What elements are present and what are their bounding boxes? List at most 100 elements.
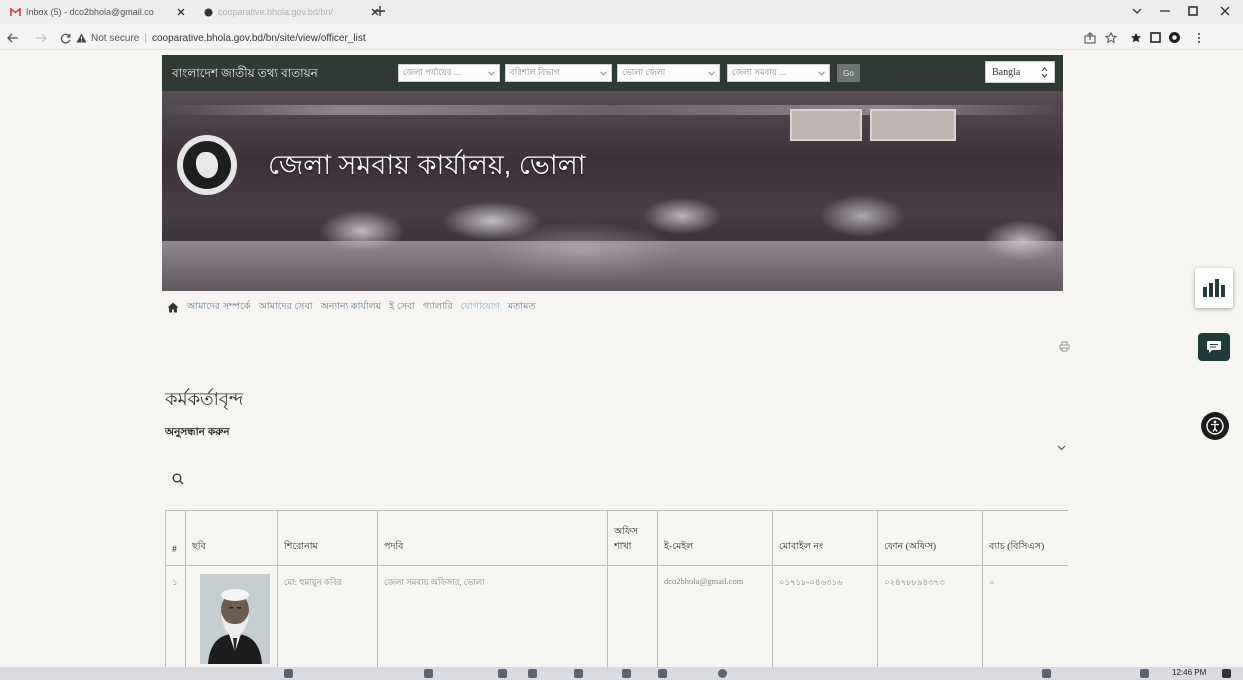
officer-photo[interactable] xyxy=(200,574,270,664)
chat-bubble-icon xyxy=(1206,340,1222,354)
cell-mobile: ০১৭১৮-০৪৬৩১৬ xyxy=(772,565,878,667)
menu-item-feedback[interactable]: মতামত xyxy=(508,300,536,315)
select-value: ভোলা জেলা xyxy=(622,67,666,77)
chevron-down-icon[interactable] xyxy=(1055,442,1067,454)
banner-title: জেলা সমবায় কার্যালয়, ভোলা xyxy=(268,150,586,180)
cell-office-phone: ০২৪৭৮৮৯৪৩৭৩ xyxy=(877,565,983,667)
district-select[interactable]: ভোলা জেলা xyxy=(617,64,720,82)
level-select[interactable]: জেলা পর্যায়ের ... xyxy=(398,64,500,82)
notification-icon[interactable] xyxy=(1222,669,1231,678)
taskbar-app-icon[interactable] xyxy=(528,669,537,678)
column-header-office-phone[interactable]: ফোন (অফিস) xyxy=(877,510,983,566)
menu-item-about[interactable]: আমাদের সম্পর্কে xyxy=(187,300,251,315)
taskbar-app-icon[interactable] xyxy=(498,669,507,678)
column-header-serial[interactable]: # xyxy=(165,510,186,566)
language-value: Bangla xyxy=(992,66,1021,78)
print-icon[interactable] xyxy=(1058,340,1070,352)
taskbar-app-icon[interactable] xyxy=(622,669,631,678)
portal-top-bar: বাংলাদেশ জাতীয় তথ্য বাতায়ন জেলা পর্যায… xyxy=(162,55,1063,91)
logo-inner xyxy=(183,141,231,189)
accessibility-widget-button[interactable] xyxy=(1201,412,1229,440)
search-section-heading[interactable]: অনুসন্ধান করুন xyxy=(165,425,230,442)
gmail-icon xyxy=(10,7,21,17)
search-icon[interactable] xyxy=(171,472,184,485)
column-header-office-branch[interactable]: অফিস শাখা xyxy=(607,510,658,566)
banner-photo-portrait-frame xyxy=(870,109,956,141)
cell-batch: ০ xyxy=(982,565,1068,667)
site-favicon xyxy=(204,8,213,17)
maximize-icon[interactable] xyxy=(1186,4,1200,18)
close-tab-icon[interactable] xyxy=(176,7,186,17)
language-select[interactable]: Bangla xyxy=(985,61,1055,83)
os-taskbar: 12:46 PM xyxy=(0,667,1243,680)
forward-arrow-icon[interactable] xyxy=(34,31,48,45)
cell-email[interactable]: dco2bhola@gmail.com xyxy=(657,565,773,667)
taskbar-app-icon[interactable] xyxy=(658,669,667,678)
chat-widget-button[interactable] xyxy=(1198,333,1230,361)
tab-gmail-inbox[interactable]: Inbox (5) - dco2bhola@gmail.co xyxy=(4,3,192,21)
cell-serial: ১ xyxy=(165,565,186,667)
statistics-widget-button[interactable] xyxy=(1195,268,1233,308)
new-tab-plus-icon[interactable] xyxy=(374,5,386,17)
tab-cooperative-site[interactable]: cooparative.bhola.gov.bd/bn/ xyxy=(198,3,386,21)
banner-photo-portrait-frame xyxy=(790,109,862,141)
chevron-down-icon xyxy=(707,69,715,77)
column-header-mobile[interactable]: মোবাইল নং xyxy=(772,510,878,566)
accessibility-icon xyxy=(1206,417,1224,435)
menu-item-services[interactable]: আমাদের সেবা xyxy=(259,300,313,315)
pin-icon[interactable] xyxy=(1129,31,1142,44)
select-value: জেলা সমবায় ... xyxy=(732,67,787,77)
main-menu: আমাদের সম্পর্কে আমাদের সেবা অন্যান্য কার… xyxy=(167,300,543,314)
select-value: বরিশাল বিভাগ xyxy=(510,67,560,77)
browser-toolbar: Not secure | cooparative.bhola.gov.bd/bn… xyxy=(0,26,1243,50)
taskbar-app-icon[interactable] xyxy=(284,669,293,678)
sidebar-icon[interactable] xyxy=(1149,31,1162,44)
close-window-icon[interactable] xyxy=(1218,4,1232,18)
minimize-icon[interactable] xyxy=(1158,4,1172,18)
extension-icon[interactable] xyxy=(1168,31,1181,44)
home-icon[interactable] xyxy=(167,301,179,313)
reload-icon[interactable] xyxy=(58,31,72,45)
menu-icon[interactable] xyxy=(1192,31,1205,44)
warning-triangle-icon xyxy=(76,33,87,44)
page-title: কর্মকর্তাবৃন্দ xyxy=(165,389,244,409)
column-header-email[interactable]: ই-মেইল xyxy=(657,510,773,566)
column-header-photo[interactable]: ছবি xyxy=(185,510,278,566)
taskbar-tray-icon[interactable] xyxy=(1042,669,1051,678)
go-button[interactable]: Go xyxy=(837,64,860,82)
url-text[interactable]: cooparative.bhola.gov.bd/bn/site/view/of… xyxy=(152,33,366,44)
office-select[interactable]: জেলা সমবায় ... xyxy=(727,64,830,82)
cell-office-branch xyxy=(607,565,658,667)
table-row: ১ মো: হুমায়ূন কবির জেলা সমবায় অফিসার, … xyxy=(165,565,1068,667)
menu-item-gallery[interactable]: গ্যালারি xyxy=(423,300,453,315)
table-header-row: # ছবি শিরোনাম পদবি অফিস শাখা ই-মেইল মোবা… xyxy=(165,510,1068,566)
cell-name: মো: হুমায়ূন কবির xyxy=(277,565,378,667)
taskbar-app-icon[interactable] xyxy=(424,669,433,678)
menu-item-other-offices[interactable]: অন্যান্য কার্যালয় xyxy=(321,300,382,315)
taskbar-browser-icon[interactable] xyxy=(718,669,727,678)
system-clock[interactable]: 12:46 PM xyxy=(1172,668,1206,677)
back-arrow-icon[interactable] xyxy=(6,31,20,45)
share-icon[interactable] xyxy=(1083,31,1096,44)
address-separator: | xyxy=(144,32,147,44)
national-portal-label[interactable]: বাংলাদেশ জাতীয় তথ্য বাতায়ন xyxy=(172,65,318,85)
officer-table: # ছবি শিরোনাম পদবি অফিস শাখা ই-মেইল মোবা… xyxy=(165,510,1068,667)
address-bar[interactable]: Not secure | cooparative.bhola.gov.bd/bn… xyxy=(76,30,366,46)
menu-item-contact[interactable]: যোগাযোগ xyxy=(461,300,500,315)
select-value: জেলা পর্যায়ের ... xyxy=(403,67,461,77)
column-header-batch[interactable]: ব্যাচ (বিসিএস) xyxy=(982,510,1068,566)
column-header-title[interactable]: শিরোনাম xyxy=(277,510,378,566)
menu-item-e-service[interactable]: ই সেবা xyxy=(389,300,415,315)
tab-search-icon[interactable] xyxy=(1130,4,1144,18)
officer-table-container: # ছবি শিরোনাম পদবি অফিস শাখা ই-মেইল মোবা… xyxy=(165,510,1068,667)
security-label[interactable]: Not secure xyxy=(91,33,139,44)
column-header-designation[interactable]: পদবি xyxy=(377,510,608,566)
chevron-down-icon xyxy=(487,69,495,77)
division-select[interactable]: বরিশাল বিভাগ xyxy=(505,64,612,82)
taskbar-app-icon[interactable] xyxy=(574,669,583,678)
taskbar-tray-icon[interactable] xyxy=(1140,669,1149,678)
government-seal-logo[interactable] xyxy=(177,135,237,195)
tab-label: cooparative.bhola.gov.bd/bn/ xyxy=(218,7,333,17)
office-banner: জেলা সমবায় কার্যালয়, ভোলা xyxy=(162,91,1063,291)
bookmark-star-icon[interactable] xyxy=(1104,31,1117,44)
